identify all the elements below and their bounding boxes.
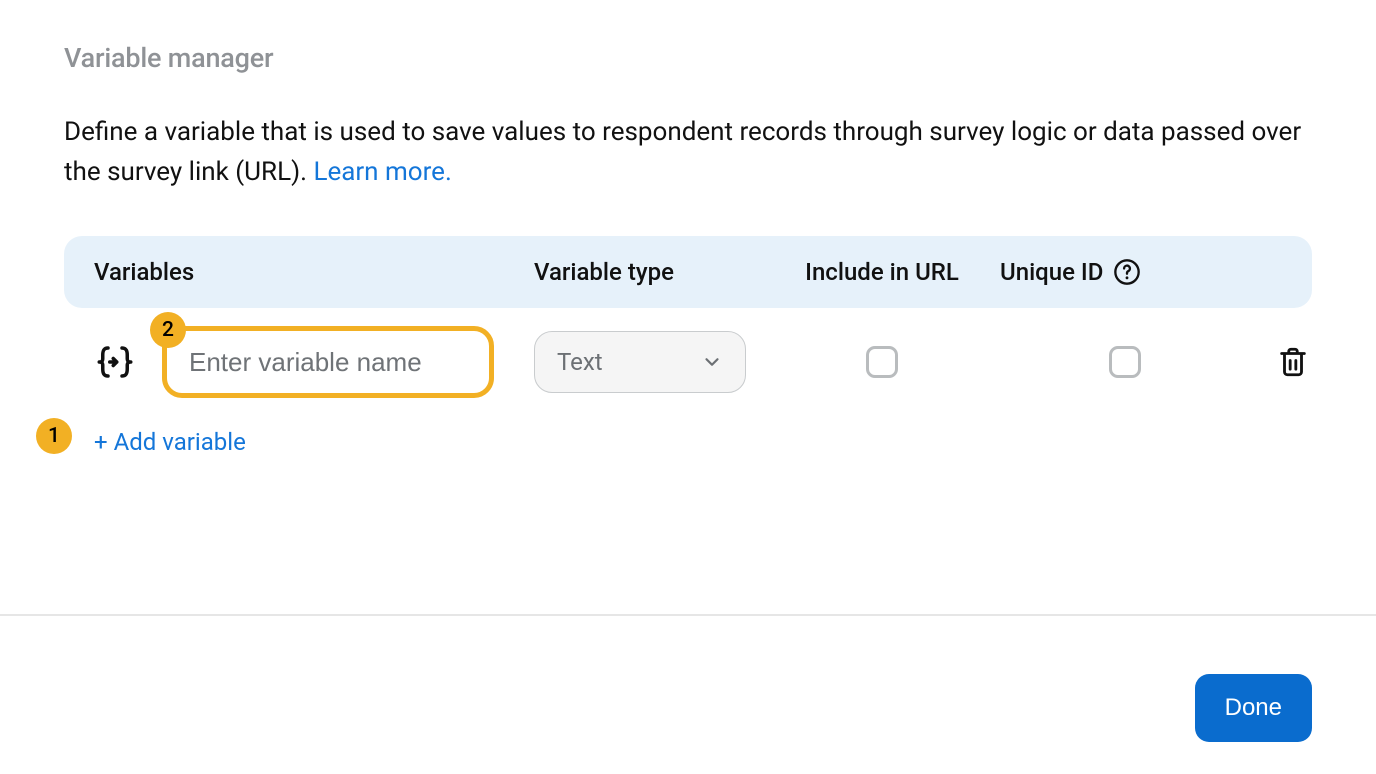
add-variable-link[interactable]: + Add variable [94, 428, 246, 456]
description-text: Define a variable that is used to save v… [64, 117, 1301, 187]
dialog-title: Variable manager [64, 42, 1312, 74]
variable-row: 2 Text [64, 308, 1312, 408]
help-icon[interactable] [1113, 258, 1141, 286]
column-variables: Variables [94, 258, 534, 286]
variable-name-wrap: 2 [162, 326, 494, 398]
table-header: Variables Variable type Include in URL U… [64, 236, 1312, 308]
annotation-badge-1: 1 [36, 418, 72, 454]
column-variable-type: Variable type [534, 258, 764, 286]
variable-type-value: Text [557, 348, 603, 376]
footer-divider [0, 614, 1376, 616]
variable-name-cell: 2 [94, 326, 534, 398]
row-actions [1250, 345, 1310, 379]
variable-manager-dialog: Variable manager Define a variable that … [0, 0, 1376, 774]
unique-id-checkbox[interactable] [1109, 346, 1141, 378]
include-url-cell [764, 346, 1000, 378]
variable-type-select[interactable]: Text [534, 331, 746, 393]
unique-id-cell [1000, 346, 1250, 378]
variable-icon [94, 341, 136, 383]
chevron-down-icon [701, 351, 723, 373]
column-unique-id-label: Unique ID [1000, 258, 1103, 286]
include-url-checkbox[interactable] [866, 346, 898, 378]
variable-type-cell: Text [534, 331, 764, 393]
trash-icon[interactable] [1276, 345, 1310, 379]
column-include-url: Include in URL [764, 258, 1000, 286]
add-variable-row: 1 + Add variable [64, 416, 1312, 456]
variable-name-input[interactable] [162, 326, 494, 398]
learn-more-link[interactable]: Learn more. [313, 157, 451, 187]
done-button[interactable]: Done [1195, 674, 1312, 742]
dialog-content: Variable manager Define a variable that … [0, 0, 1376, 456]
annotation-badge-2: 2 [150, 312, 186, 348]
dialog-description: Define a variable that is used to save v… [64, 112, 1312, 192]
column-unique-id: Unique ID [1000, 258, 1250, 286]
